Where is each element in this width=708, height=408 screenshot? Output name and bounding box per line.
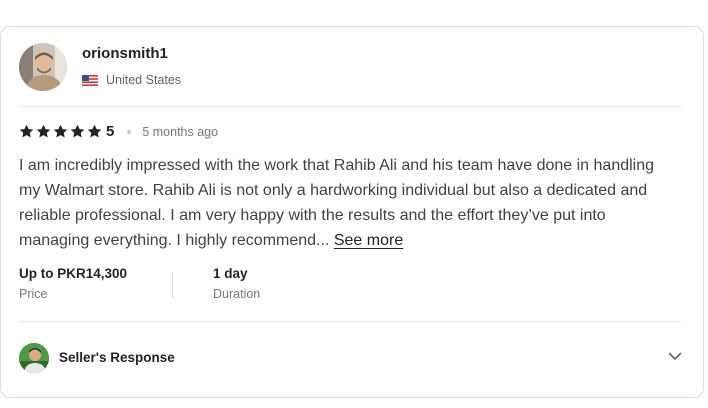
- price-info: Up to PKR14,300 Price: [19, 266, 127, 301]
- star-icon: [36, 124, 51, 138]
- seller-avatar: [19, 343, 49, 373]
- review-card: orionsmith1 United States 5 5 months ago: [0, 26, 704, 398]
- chevron-down-icon[interactable]: [667, 348, 683, 364]
- divider: [18, 321, 681, 322]
- us-flag-icon: [82, 74, 98, 86]
- star-icon: [53, 124, 68, 138]
- reviewer-avatar[interactable]: [19, 43, 67, 91]
- reviewer-username[interactable]: orionsmith1: [82, 45, 168, 62]
- rating-score: 5: [106, 123, 115, 140]
- review-text: I am incredibly impressed with the work …: [19, 153, 659, 253]
- meta-separator: [172, 272, 173, 298]
- seller-response-toggle[interactable]: Seller's Response: [19, 343, 683, 373]
- country-name: United States: [106, 73, 182, 87]
- price-value: Up to PKR14,300: [19, 266, 128, 281]
- star-icon: [19, 124, 34, 138]
- see-more-link[interactable]: See more: [334, 232, 403, 249]
- star-icon: [70, 124, 85, 138]
- rating-row: 5 5 months ago: [19, 123, 218, 140]
- duration-label: Duration: [213, 287, 261, 301]
- duration-info: 1 day Duration: [213, 266, 260, 301]
- divider: [18, 106, 681, 107]
- separator-dot: [127, 129, 132, 134]
- reviewer-country: United States: [82, 73, 181, 87]
- price-label: Price: [19, 287, 48, 301]
- duration-value: 1 day: [213, 266, 248, 281]
- star-rating: [19, 124, 102, 139]
- seller-response-label: Seller's Response: [59, 350, 175, 365]
- review-time: 5 months ago: [142, 124, 219, 139]
- star-icon: [87, 124, 102, 138]
